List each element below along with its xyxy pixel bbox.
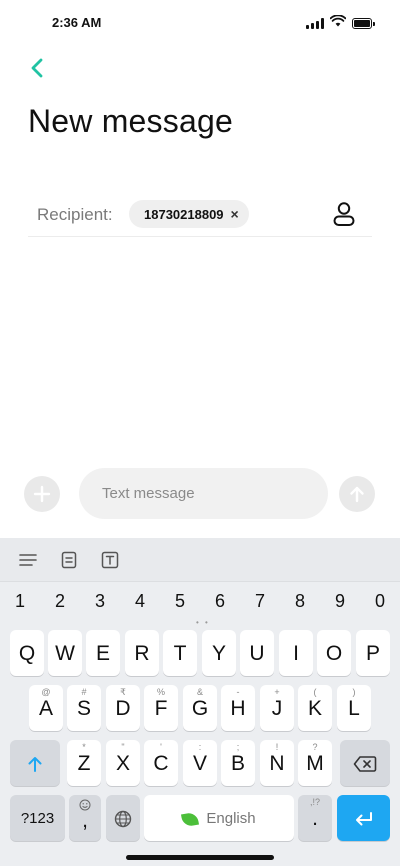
key-u[interactable]: U — [240, 630, 274, 676]
shift-key[interactable] — [10, 740, 60, 786]
add-attachment-button[interactable] — [24, 476, 60, 512]
battery-icon — [352, 17, 375, 29]
key-f[interactable]: % F — [144, 685, 178, 731]
key-8[interactable]: 8 — [280, 586, 320, 616]
chevron-left-icon — [31, 58, 43, 78]
keyboard: 1 2 3 4 5 6 7 8 9 0 • • Q W E R T Y U I … — [0, 538, 400, 866]
key-i[interactable]: I — [279, 630, 313, 676]
key-5[interactable]: 5 — [160, 586, 200, 616]
key-l[interactable]: ) L — [337, 685, 371, 731]
key-z[interactable]: * Z — [67, 740, 101, 786]
key-b[interactable]: ; B — [221, 740, 255, 786]
comma-key[interactable]: , — [69, 795, 101, 841]
plus-icon — [33, 485, 51, 503]
key-q[interactable]: Q — [10, 630, 44, 676]
recipient-number: 18730218809 — [144, 206, 224, 222]
key-4[interactable]: 4 — [120, 586, 160, 616]
status-icons — [306, 14, 375, 32]
enter-key[interactable] — [337, 795, 390, 841]
backspace-icon — [353, 756, 377, 773]
key-7[interactable]: 7 — [240, 586, 280, 616]
keyboard-toolbar — [0, 538, 400, 582]
key-c[interactable]: ' C — [144, 740, 178, 786]
key-2[interactable]: 2 — [40, 586, 80, 616]
leaf-icon — [181, 811, 200, 827]
remove-recipient-icon[interactable]: × — [231, 207, 239, 221]
status-time: 2:36 AM — [52, 15, 102, 30]
space-language-label: English — [206, 810, 256, 827]
home-indicator[interactable] — [126, 855, 274, 860]
key-w[interactable]: W — [48, 630, 82, 676]
key-k[interactable]: (K — [298, 685, 332, 731]
back-button[interactable] — [30, 54, 60, 82]
key-s[interactable]: # S — [67, 685, 101, 731]
key-o[interactable]: O — [317, 630, 351, 676]
key-m[interactable]: ? M — [298, 740, 332, 786]
key-r[interactable]: R — [125, 630, 159, 676]
person-icon — [333, 202, 355, 226]
key-v[interactable]: :V — [183, 740, 217, 786]
period-key[interactable]: ,!? . — [298, 795, 332, 841]
new-message-screen: 2:36 AM New message Recipient: 187302188… — [0, 0, 400, 866]
recipient-row[interactable]: Recipient: 18730218809 × — [28, 195, 372, 237]
shift-icon — [28, 757, 42, 773]
recipient-label: Recipient: — [37, 205, 113, 224]
send-button[interactable] — [339, 476, 375, 512]
signal-icon — [306, 17, 324, 29]
wifi-icon — [329, 14, 347, 32]
text-format-icon[interactable] — [99, 549, 121, 571]
key-0[interactable]: 0 — [360, 586, 400, 616]
recipient-chip[interactable]: 18730218809 × — [129, 200, 249, 228]
globe-icon — [114, 811, 132, 828]
menu-icon[interactable] — [17, 549, 39, 571]
backspace-key[interactable] — [340, 740, 390, 786]
key-n[interactable]: ! N — [260, 740, 294, 786]
message-input[interactable] — [79, 468, 328, 519]
language-key[interactable] — [106, 795, 140, 841]
arrow-up-icon — [350, 486, 364, 503]
key-1[interactable]: 1 — [0, 586, 40, 616]
key-p[interactable]: P — [356, 630, 390, 676]
key-t[interactable]: T — [163, 630, 197, 676]
space-key[interactable]: English — [144, 795, 294, 841]
status-bar: 2:36 AM — [0, 0, 400, 44]
number-row: 1 2 3 4 5 6 7 8 9 0 — [0, 586, 400, 616]
key-9[interactable]: 9 — [320, 586, 360, 616]
key-6[interactable]: 6 — [200, 586, 240, 616]
key-x[interactable]: " X — [106, 740, 140, 786]
key-a[interactable]: @ A — [29, 685, 63, 731]
key-d[interactable]: ₹ D — [106, 685, 140, 731]
drag-handle: • • — [196, 618, 210, 627]
key-g[interactable]: & G — [183, 685, 217, 731]
page-title: New message — [28, 103, 233, 139]
key-3[interactable]: 3 — [80, 586, 120, 616]
contacts-button[interactable] — [332, 201, 356, 227]
clipboard-icon[interactable] — [58, 549, 80, 571]
key-h[interactable]: -H — [221, 685, 255, 731]
key-j[interactable]: + J — [260, 685, 294, 731]
key-y[interactable]: Y — [202, 630, 236, 676]
key-e[interactable]: E — [86, 630, 120, 676]
symbols-key[interactable]: ?123 — [10, 795, 65, 841]
enter-icon — [355, 812, 372, 826]
